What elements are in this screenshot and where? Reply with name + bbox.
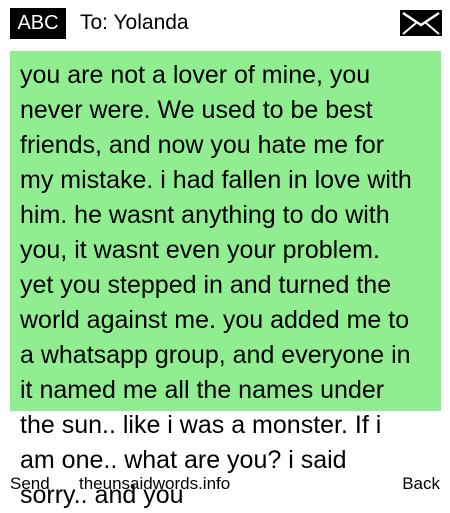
input-mode-indicator: ABC	[10, 8, 66, 39]
recipient-label: To: Yolanda	[80, 11, 189, 34]
compose-header: ABC To: Yolanda	[0, 0, 450, 46]
envelope-icon	[400, 10, 442, 36]
softkey-bar: Send theunsaidwords.info Back	[0, 470, 450, 500]
message-body-text[interactable]: you are not a lover of mine, you never w…	[20, 58, 420, 513]
send-softkey[interactable]: Send	[10, 470, 50, 498]
back-softkey[interactable]: Back	[402, 470, 440, 498]
center-caption: theunsaidwords.info	[79, 474, 231, 493]
